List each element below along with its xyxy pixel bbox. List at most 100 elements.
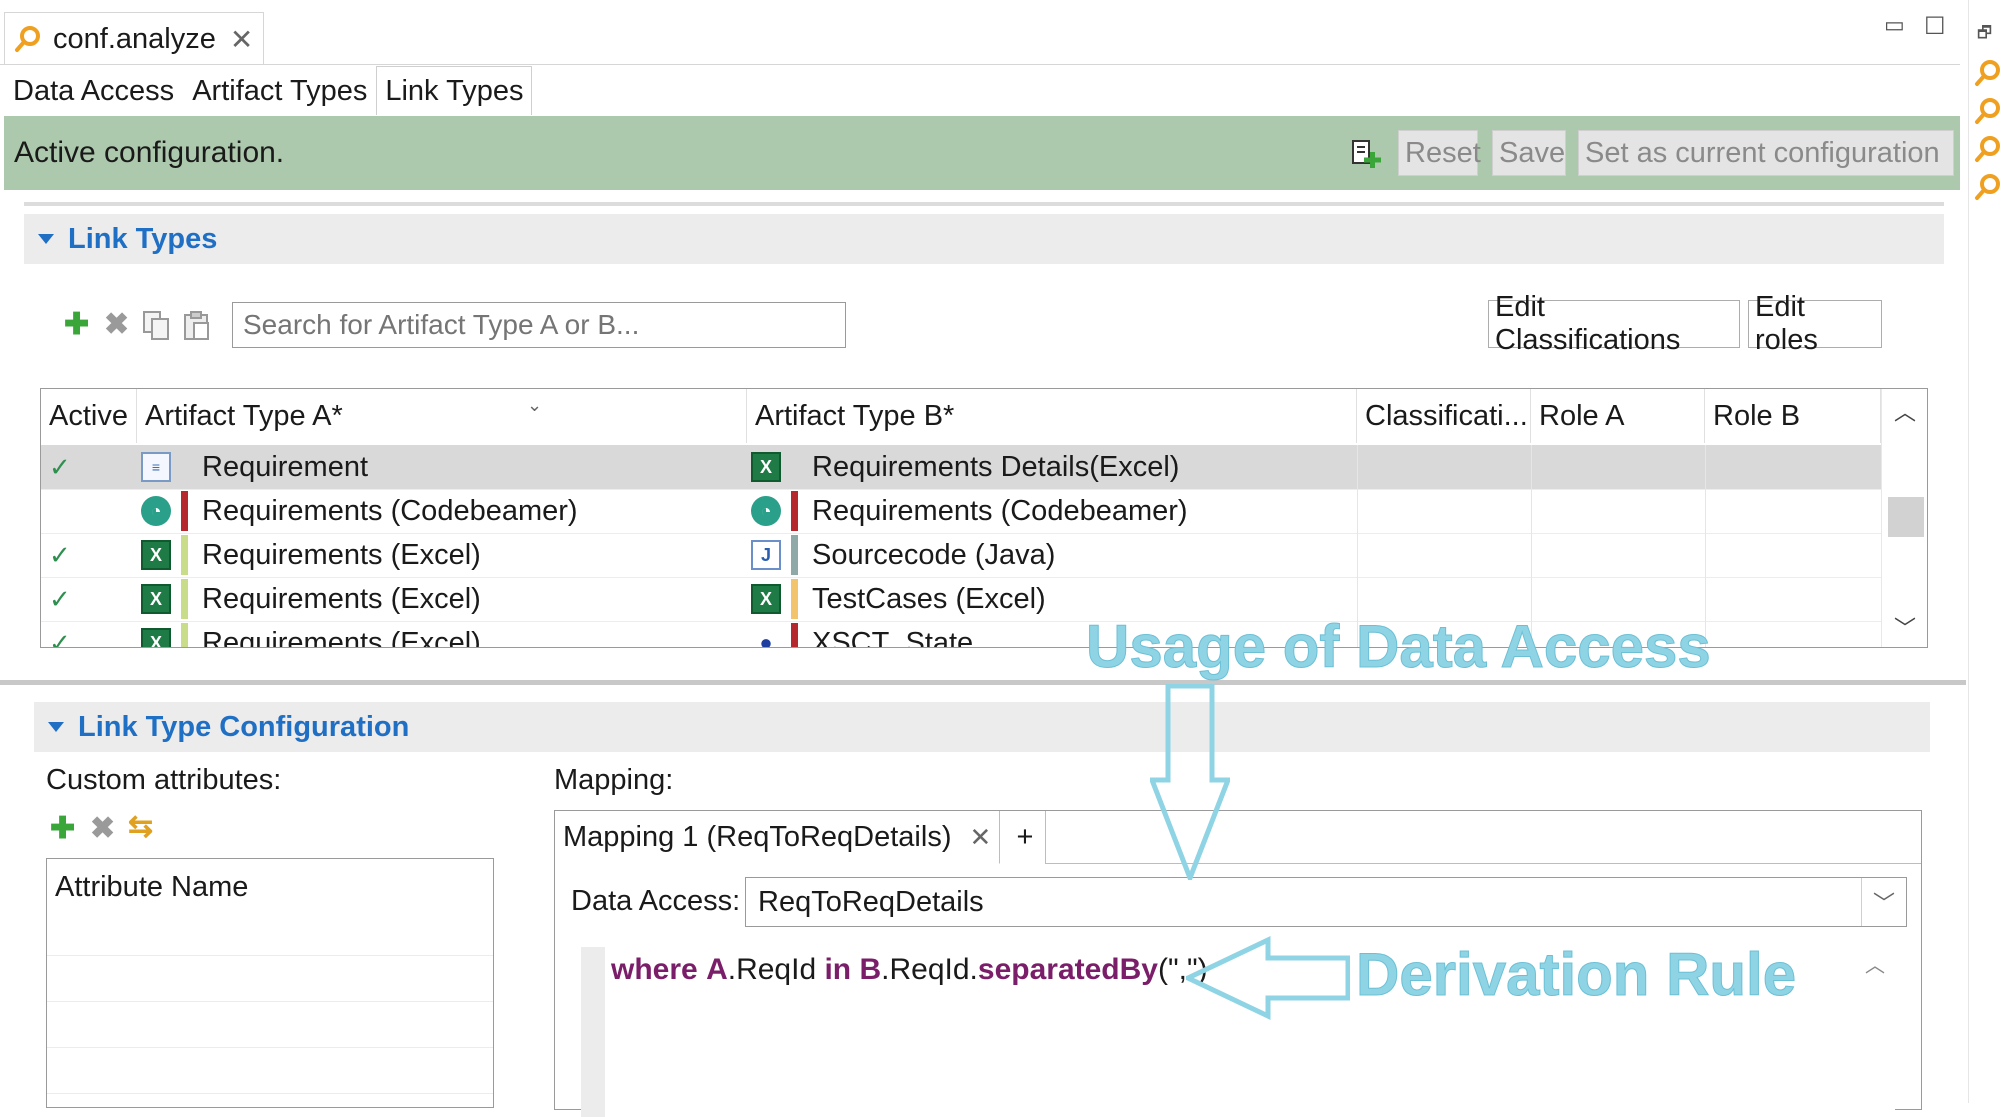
artifact-type-a-cell[interactable]: X Requirements (Excel) bbox=[141, 621, 481, 648]
codebeamer-icon: ◔ bbox=[141, 496, 171, 526]
usage-of-data-access-annotation: Usage of Data Access bbox=[1086, 613, 1712, 681]
table-row[interactable] bbox=[47, 1001, 493, 1048]
column-header-role-a[interactable]: Role A bbox=[1531, 389, 1705, 443]
table-row[interactable]: ◔ Requirements (Codebeamer) ◔ Requirements … bbox=[41, 489, 1881, 534]
column-header-role-b[interactable]: Role B bbox=[1705, 389, 1881, 443]
save-button[interactable]: Save bbox=[1492, 130, 1566, 176]
artifact-type-b-cell[interactable]: X TestCases (Excel) bbox=[751, 577, 1046, 621]
table-row[interactable]: ✓ X Requirements (Excel) J Sourcecode (Java) bbox=[41, 533, 1881, 578]
artifact-type-label: Requirements (Codebeamer) bbox=[202, 494, 578, 527]
edit-roles-button[interactable]: Edit roles bbox=[1748, 291, 1882, 356]
edit-classifications-button[interactable]: Edit Classifications bbox=[1488, 291, 1740, 356]
excel-icon: X bbox=[751, 452, 781, 482]
copy-icon[interactable] bbox=[142, 310, 172, 342]
column-divider bbox=[1357, 445, 1358, 489]
scroll-thumb[interactable] bbox=[1888, 497, 1924, 537]
table-row[interactable] bbox=[47, 955, 493, 1002]
artifact-color-stripe bbox=[181, 623, 188, 647]
attribute-header-row: Attribute Name bbox=[47, 859, 493, 956]
analyze-view-icon[interactable] bbox=[1973, 96, 2003, 126]
link-types-section-header[interactable]: Link Types bbox=[24, 214, 1944, 264]
maximize-icon[interactable]: ☐ bbox=[1924, 12, 1946, 41]
restore-icon[interactable]: 🗗 bbox=[1977, 22, 1992, 49]
section-title: Link Types bbox=[68, 222, 218, 255]
artifact-color-stripe bbox=[791, 535, 798, 575]
page-tabs: Data Access Artifact Types Link Types bbox=[4, 66, 533, 116]
custom-attributes-table: Attribute Name bbox=[46, 858, 494, 1108]
tab-artifact-types[interactable]: Artifact Types bbox=[183, 66, 376, 116]
close-icon[interactable]: ✕ bbox=[969, 822, 991, 853]
artifact-color-stripe bbox=[791, 623, 798, 647]
artifact-type-label: Requirements (Excel) bbox=[202, 538, 481, 571]
collapse-triangle-icon[interactable] bbox=[38, 234, 54, 244]
artifact-type-a-cell[interactable]: X Requirements (Excel) bbox=[141, 533, 481, 577]
artifact-type-a-cell[interactable]: ≡ Requirement bbox=[141, 445, 368, 489]
artifact-type-b-cell[interactable]: X Requirements Details(Excel) bbox=[751, 445, 1179, 489]
add-attribute-icon[interactable]: ✚ bbox=[50, 814, 75, 844]
delete-attribute-icon[interactable]: ✖ bbox=[90, 814, 115, 844]
artifact-type-label: Sourcecode (Java) bbox=[812, 538, 1056, 571]
column-header-attribute-name[interactable]: Attribute Name bbox=[55, 871, 248, 904]
artifact-type-b-cell[interactable]: J Sourcecode (Java) bbox=[751, 533, 1055, 577]
scroll-down-icon[interactable]: ﹀ bbox=[1894, 611, 1916, 643]
table-row[interactable]: ✓ ≡ Requirement X Requirements Details(Excel… bbox=[41, 445, 1881, 490]
editor-scroll-up-icon[interactable]: ︿ bbox=[1865, 949, 1885, 978]
delete-icon[interactable]: ✖ bbox=[104, 310, 129, 340]
tab-label: Artifact Types bbox=[192, 74, 368, 107]
artifact-type-search-input[interactable] bbox=[232, 302, 846, 348]
analyze-view-icon[interactable] bbox=[1973, 58, 2003, 88]
editor-tab-title: conf.analyze bbox=[53, 22, 216, 55]
artifact-type-a-cell[interactable]: ◔ Requirements (Codebeamer) bbox=[141, 489, 578, 533]
column-header-artifact-type-a[interactable]: Artifact Type A* ⌄ bbox=[137, 389, 747, 443]
code-keyword: where bbox=[611, 953, 698, 986]
add-icon[interactable]: ✚ bbox=[64, 310, 89, 340]
table-row[interactable] bbox=[47, 1047, 493, 1094]
link-type-configuration-section-header[interactable]: Link Type Configuration bbox=[34, 702, 1930, 752]
active-checkmark-icon[interactable]: ✓ bbox=[49, 533, 71, 577]
chevron-down-icon[interactable]: ﹀ bbox=[1861, 878, 1906, 926]
column-divider bbox=[1357, 489, 1358, 533]
reset-button[interactable]: Reset bbox=[1398, 130, 1481, 176]
configuration-status-bar: Active configuration. Reset Save Set as … bbox=[4, 116, 1960, 190]
active-checkmark-icon[interactable]: ✓ bbox=[49, 445, 71, 489]
minimize-icon[interactable]: ▭ bbox=[1884, 12, 1905, 38]
analyze-view-icon[interactable] bbox=[1973, 172, 2003, 202]
code-keyword: in bbox=[824, 953, 852, 986]
analyze-view-icon[interactable] bbox=[1973, 134, 2003, 164]
paste-icon[interactable] bbox=[182, 310, 212, 342]
column-header-active[interactable]: Active bbox=[41, 389, 137, 443]
artifact-color-stripe bbox=[791, 579, 798, 619]
section-divider bbox=[24, 202, 1944, 206]
column-header-artifact-type-b[interactable]: Artifact Type B* bbox=[747, 389, 1357, 443]
export-config-icon[interactable] bbox=[1350, 138, 1384, 172]
table-vertical-scrollbar[interactable]: ︿ ﹀ bbox=[1881, 389, 1927, 647]
custom-attributes-label: Custom attributes: bbox=[46, 764, 282, 796]
add-mapping-button[interactable]: + bbox=[1005, 811, 1046, 863]
column-header-classification[interactable]: Classificati... bbox=[1357, 389, 1531, 443]
active-checkmark-icon[interactable]: ✓ bbox=[49, 577, 71, 621]
tab-link-types[interactable]: Link Types bbox=[376, 66, 533, 115]
active-checkmark-icon[interactable]: ✓ bbox=[49, 621, 71, 648]
artifact-type-b-cell[interactable]: ◔ Requirements (Codebeamer) bbox=[751, 489, 1188, 533]
tab-data-access[interactable]: Data Access bbox=[4, 66, 183, 116]
excel-icon: X bbox=[141, 584, 171, 614]
java-file-icon: J bbox=[751, 540, 781, 570]
collapse-triangle-icon[interactable] bbox=[48, 722, 64, 732]
artifact-type-b-cell[interactable]: ● XSCT_State bbox=[751, 621, 973, 647]
transfer-attribute-icon[interactable]: ⇆ bbox=[128, 812, 153, 842]
codebeamer-icon: ◔ bbox=[751, 496, 781, 526]
set-current-configuration-button[interactable]: Set as current configuration bbox=[1578, 130, 1954, 176]
editor-tab[interactable]: conf.analyze ✕ bbox=[4, 12, 264, 65]
artifact-type-a-cell[interactable]: X Requirements (Excel) bbox=[141, 577, 481, 621]
artifact-type-label: Requirements (Excel) bbox=[202, 626, 481, 648]
data-access-select[interactable]: ReqToReqDetails ﹀ bbox=[745, 877, 1907, 927]
code-text: .ReqId. bbox=[881, 953, 978, 986]
column-divider bbox=[1531, 533, 1532, 577]
column-divider bbox=[1705, 533, 1706, 577]
artifact-color-stripe bbox=[791, 447, 798, 487]
close-icon[interactable]: ✕ bbox=[230, 23, 253, 56]
code-keyword: A bbox=[706, 953, 728, 986]
scroll-up-icon[interactable]: ︿ bbox=[1894, 395, 1916, 427]
mapping-tab[interactable]: Mapping 1 (ReqToReqDetails) ✕ bbox=[555, 811, 1001, 864]
artifact-type-label: Requirement bbox=[202, 450, 369, 483]
